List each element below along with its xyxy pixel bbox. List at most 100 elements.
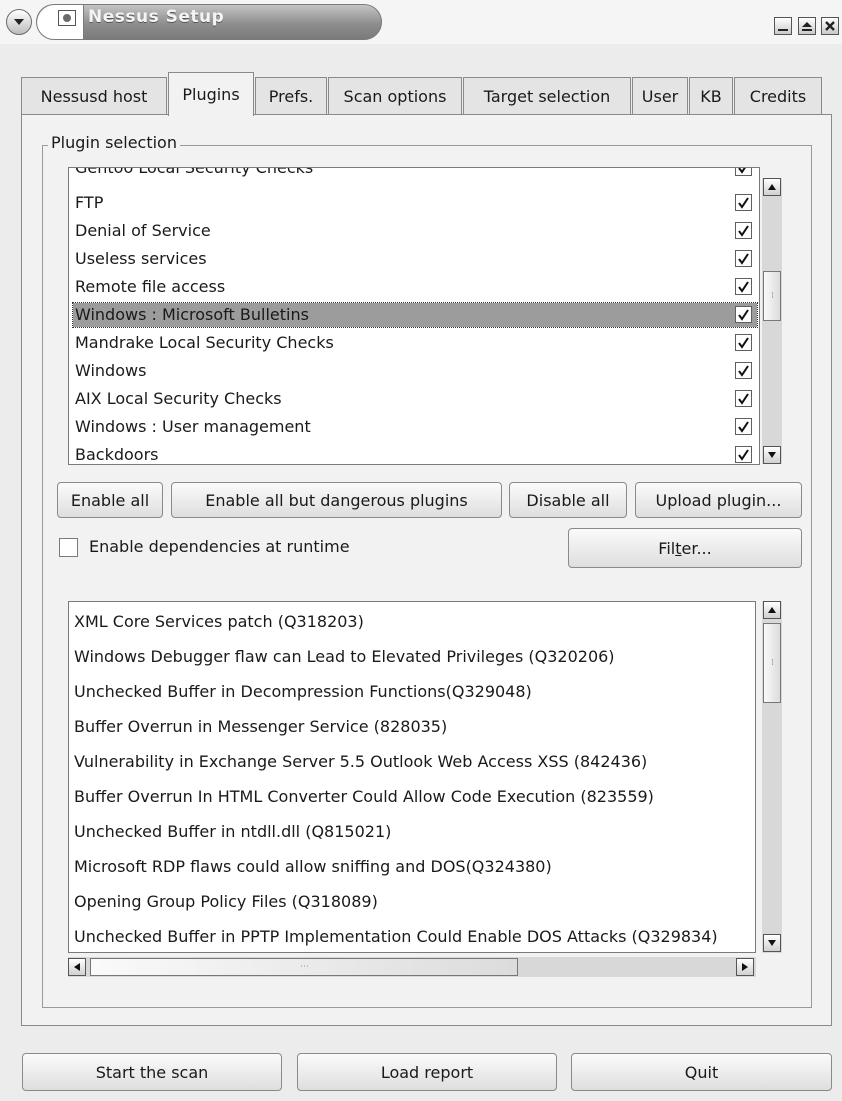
- scroll-thumb[interactable]: ⋯: [90, 958, 518, 976]
- plugin-family-list[interactable]: Gentoo Local Security Checks FTP Denial …: [68, 167, 760, 465]
- plugin-row[interactable]: Microsoft RDP flaws could allow sniffing…: [74, 850, 552, 884]
- plugin-row[interactable]: Vulnerability in Exchange Server 5.5 Out…: [74, 745, 647, 779]
- load-report-button[interactable]: Load report: [297, 1053, 557, 1091]
- tab-kb[interactable]: KB: [689, 77, 733, 115]
- scroll-left-button[interactable]: [68, 958, 86, 976]
- plugin-row[interactable]: Opening Group Policy Files (Q318089): [74, 885, 378, 919]
- family-label: Backdoors: [75, 445, 159, 464]
- family-label: Useless services: [75, 249, 207, 268]
- disable-all-button[interactable]: Disable all: [509, 482, 627, 518]
- enable-safe-plugins-button[interactable]: Enable all but dangerous plugins: [171, 482, 502, 518]
- family-row[interactable]: Windows: [73, 359, 757, 383]
- window-menu-button[interactable]: [6, 9, 32, 35]
- family-checkbox[interactable]: [735, 334, 752, 351]
- checkmark-icon: [738, 309, 749, 321]
- arrow-left-icon: [74, 963, 80, 971]
- scroll-down-button[interactable]: [763, 934, 781, 952]
- family-label: Denial of Service: [75, 221, 211, 240]
- close-icon: [825, 21, 835, 31]
- tab-user[interactable]: User: [632, 77, 688, 115]
- scroll-thumb[interactable]: ⁞: [763, 623, 781, 703]
- scroll-up-button[interactable]: [763, 601, 781, 619]
- family-checkbox[interactable]: [735, 362, 752, 379]
- plugin-list[interactable]: XML Core Services patch (Q318203) Window…: [68, 601, 756, 953]
- plugin-row[interactable]: Windows Debugger flaw can Lead to Elevat…: [74, 640, 615, 674]
- tab-scan-options[interactable]: Scan options: [328, 77, 462, 115]
- family-row[interactable]: Backdoors: [73, 443, 757, 464]
- plugin-row[interactable]: Unchecked Buffer in ntdll.dll (Q815021): [74, 815, 391, 849]
- family-checkbox[interactable]: [735, 278, 752, 295]
- checkmark-icon: [738, 393, 749, 405]
- family-checkbox[interactable]: [735, 390, 752, 407]
- scroll-down-button[interactable]: [763, 446, 781, 464]
- checkmark-icon: [738, 365, 749, 377]
- filter-label-post: er...: [681, 538, 712, 558]
- family-label: Windows : Microsoft Bulletins: [75, 305, 309, 324]
- plugin-selection-legend: Plugin selection: [48, 133, 180, 152]
- minimize-button[interactable]: [774, 17, 792, 35]
- start-scan-button[interactable]: Start the scan: [22, 1053, 282, 1091]
- scroll-up-button[interactable]: [763, 178, 781, 196]
- minimize-icon: [778, 29, 788, 31]
- plugin-row[interactable]: Buffer Overrun In HTML Converter Could A…: [74, 780, 654, 814]
- chevron-down-icon: [14, 19, 24, 25]
- arrow-down-icon: [768, 940, 776, 946]
- family-label: Gentoo Local Security Checks: [75, 167, 314, 177]
- checkmark-icon: [738, 197, 749, 209]
- tab-target-selection[interactable]: Target selection: [463, 77, 631, 115]
- family-checkbox[interactable]: [735, 250, 752, 267]
- family-row-selected[interactable]: Windows : Microsoft Bulletins: [72, 302, 758, 328]
- upload-plugin-button[interactable]: Upload plugin...: [635, 482, 802, 518]
- tab-plugins[interactable]: Plugins: [168, 72, 254, 116]
- close-button[interactable]: [821, 17, 839, 35]
- tab-nessusd-host[interactable]: Nessusd host: [21, 77, 167, 115]
- window-title: Nessus Setup: [88, 7, 225, 27]
- plugin-row[interactable]: Buffer Overrun in Messenger Service (828…: [74, 710, 447, 744]
- plugin-list-hscrollbar[interactable]: ⋯: [68, 957, 756, 977]
- quit-button[interactable]: Quit: [571, 1053, 832, 1091]
- family-checkbox[interactable]: [735, 306, 752, 323]
- plugin-row[interactable]: Unchecked Buffer in PPTP Implementation …: [74, 920, 718, 952]
- checkmark-icon: [738, 421, 749, 433]
- family-checkbox[interactable]: [735, 446, 752, 463]
- scroll-thumb[interactable]: ⁞: [763, 271, 781, 321]
- maximize-button[interactable]: [798, 17, 816, 35]
- nessus-setup-window: Nessus Setup Nessusd host Plugins Prefs.…: [0, 0, 842, 1101]
- family-row[interactable]: Useless services: [73, 247, 757, 271]
- tab-credits[interactable]: Credits: [734, 77, 822, 115]
- plugin-row[interactable]: Unchecked Buffer in Decompression Functi…: [74, 675, 532, 709]
- arrow-down-icon: [768, 452, 776, 458]
- family-row[interactable]: Remote file access: [73, 275, 757, 299]
- maximize-icon: [802, 22, 812, 31]
- family-label: FTP: [75, 193, 104, 212]
- arrow-up-icon: [768, 607, 776, 613]
- dependencies-checkbox[interactable]: [59, 538, 78, 557]
- family-checkbox[interactable]: [735, 168, 752, 176]
- family-checkbox[interactable]: [735, 418, 752, 435]
- family-label: Remote file access: [75, 277, 226, 296]
- checkmark-icon: [738, 168, 746, 174]
- arrow-right-icon: [742, 963, 748, 971]
- checkmark-icon: [738, 225, 749, 237]
- family-row[interactable]: Denial of Service: [73, 219, 757, 243]
- arrow-up-icon: [768, 184, 776, 190]
- family-checkbox[interactable]: [735, 194, 752, 211]
- enable-all-button[interactable]: Enable all: [57, 482, 163, 518]
- family-row[interactable]: AIX Local Security Checks: [73, 387, 757, 411]
- family-label: Windows: [75, 361, 147, 380]
- dependencies-label: Enable dependencies at runtime: [89, 537, 350, 556]
- family-row[interactable]: Mandrake Local Security Checks: [73, 331, 757, 355]
- checkmark-icon: [738, 253, 749, 265]
- family-row[interactable]: Windows : User management: [73, 415, 757, 439]
- checkmark-icon: [738, 449, 749, 461]
- tab-prefs[interactable]: Prefs.: [255, 77, 327, 115]
- family-checkbox[interactable]: [735, 222, 752, 239]
- family-label: AIX Local Security Checks: [75, 389, 282, 408]
- plugin-row[interactable]: XML Core Services patch (Q318203): [74, 605, 364, 639]
- family-list-scrollbar[interactable]: ⁞: [762, 178, 782, 464]
- family-row[interactable]: Gentoo Local Security Checks: [73, 167, 757, 180]
- plugin-list-vscrollbar[interactable]: ⁞: [762, 601, 782, 953]
- scroll-right-button[interactable]: [736, 958, 754, 976]
- filter-button[interactable]: Fil t er...: [568, 528, 802, 568]
- family-row[interactable]: FTP: [73, 191, 757, 215]
